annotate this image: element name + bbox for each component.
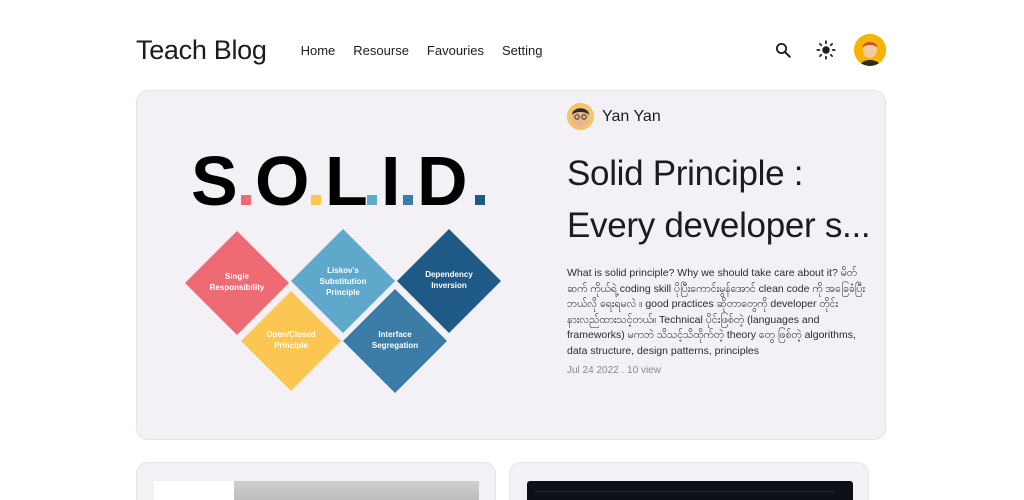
svg-text:Interface: Interface bbox=[378, 330, 412, 339]
portrait-photo bbox=[234, 481, 479, 500]
post-title-line-2: Every developer s... bbox=[567, 206, 871, 245]
nav-home[interactable]: Home bbox=[301, 43, 336, 58]
solid-letters: S O L I D bbox=[191, 142, 485, 220]
post-thumbnail bbox=[154, 481, 479, 500]
solid-heading-art: S O L I D bbox=[191, 142, 511, 220]
featured-post-card[interactable]: S O L I D Single Responsibility Open/Clo… bbox=[136, 90, 886, 440]
svg-text:Inversion: Inversion bbox=[431, 281, 467, 290]
svg-text:Segregation: Segregation bbox=[372, 341, 418, 350]
svg-text:Substitution: Substitution bbox=[320, 277, 367, 286]
svg-text:S: S bbox=[191, 143, 237, 218]
post-meta: Jul 24 2022 . 10 view bbox=[567, 365, 661, 376]
svg-text:Principle: Principle bbox=[274, 341, 308, 350]
nav-resourse[interactable]: Resourse bbox=[353, 43, 409, 58]
svg-text:Open/Closed: Open/Closed bbox=[266, 330, 315, 339]
svg-text:Responsibility: Responsibility bbox=[210, 283, 265, 292]
svg-text:O: O bbox=[255, 143, 308, 218]
avatar-image bbox=[854, 34, 886, 66]
top-app-bar: Teach Blog Home Resourse Favouries Setti… bbox=[136, 30, 886, 70]
post-excerpt: What is solid principle? Why we should t… bbox=[567, 267, 866, 357]
search-icon bbox=[775, 42, 791, 58]
solid-principles-diagram: Single Responsibility Open/Closed Princi… bbox=[185, 229, 501, 393]
post-title-line-1: Solid Principle : bbox=[567, 154, 804, 193]
solid-cover-image: S O L I D Single Responsibility Open/Clo… bbox=[177, 131, 517, 401]
post-author[interactable]: Yan Yan bbox=[567, 103, 872, 130]
post-title[interactable]: Solid Principle : Every developer s... bbox=[567, 148, 872, 252]
svg-text:L: L bbox=[325, 143, 367, 218]
main-nav: Home Resourse Favouries Setting bbox=[301, 43, 561, 58]
header-actions bbox=[771, 34, 886, 66]
author-name: Yan Yan bbox=[602, 107, 661, 125]
nav-favouries[interactable]: Favouries bbox=[427, 43, 484, 58]
post-thumbnail bbox=[527, 481, 853, 500]
page: Teach Blog Home Resourse Favouries Setti… bbox=[0, 0, 1024, 500]
search-button[interactable] bbox=[771, 38, 795, 62]
theme-toggle-button[interactable] bbox=[814, 38, 838, 62]
svg-text:I: I bbox=[381, 143, 399, 218]
author-avatar bbox=[567, 103, 594, 130]
svg-text:Principle: Principle bbox=[326, 288, 360, 297]
post-card[interactable] bbox=[136, 462, 496, 500]
user-avatar[interactable] bbox=[854, 34, 886, 66]
post-info: Yan Yan Solid Principle : Every develope… bbox=[567, 103, 872, 376]
svg-text:Single: Single bbox=[225, 272, 250, 281]
svg-text:Liskov's: Liskov's bbox=[327, 266, 359, 275]
svg-text:Dependency: Dependency bbox=[425, 270, 473, 279]
site-title[interactable]: Teach Blog bbox=[136, 35, 267, 66]
post-card[interactable] bbox=[509, 462, 869, 500]
nav-setting[interactable]: Setting bbox=[502, 43, 542, 58]
brightness-icon bbox=[816, 40, 836, 60]
svg-text:D: D bbox=[417, 143, 467, 218]
